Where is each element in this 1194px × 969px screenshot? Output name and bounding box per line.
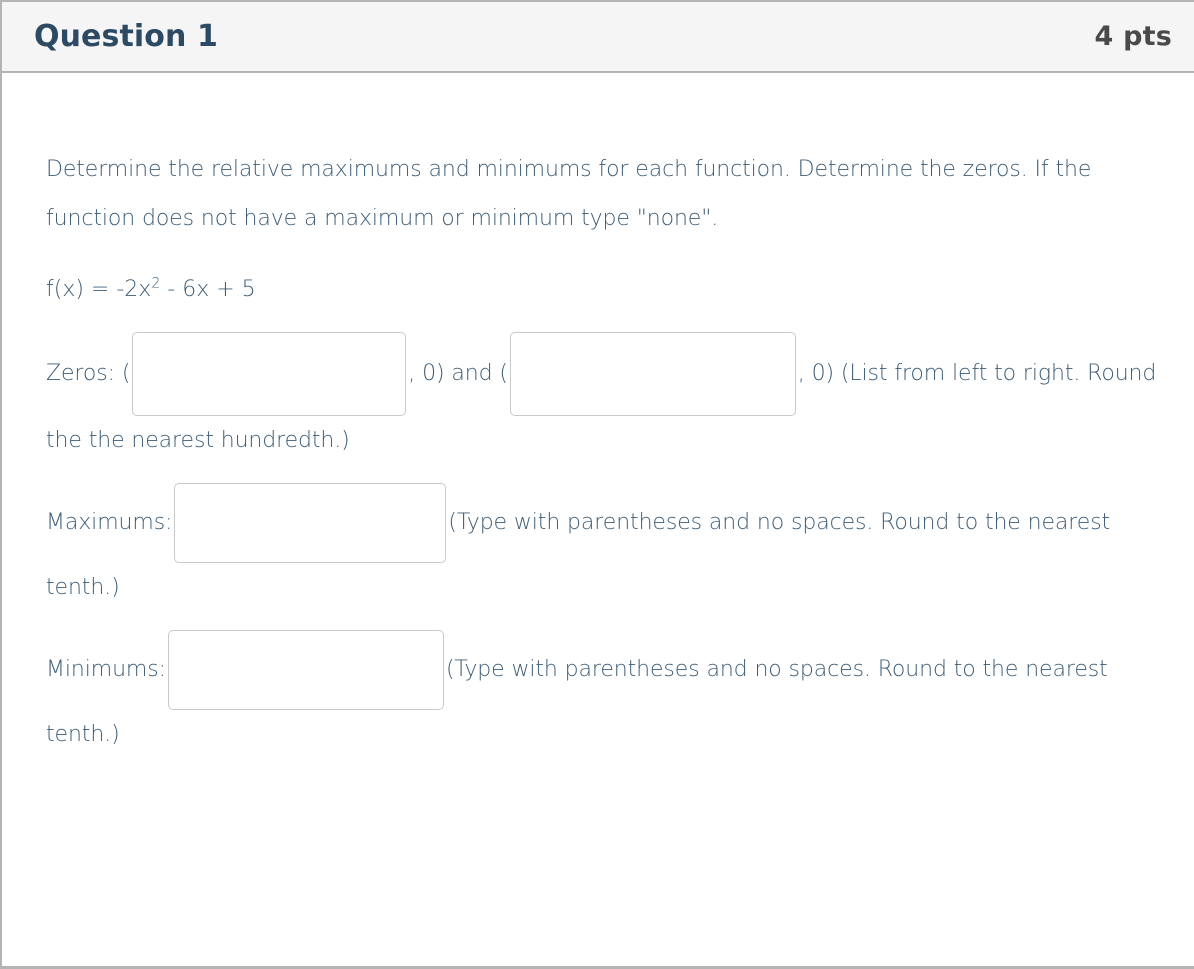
zeros-middle-text: , 0) and (: [408, 361, 508, 386]
question-prompt-text: Determine the relative maximums and mini…: [46, 157, 1092, 231]
maximums-answer-row: Maximums: (Type with parentheses and no s…: [46, 483, 1164, 612]
zeros-open-paren: (: [121, 361, 131, 386]
question-card: Question 1 4 pts Determine the relative …: [0, 0, 1194, 969]
page-title: Question 1: [34, 19, 218, 54]
zeros-label: Zeros:: [46, 361, 115, 386]
question-points-badge: 4 pts: [1094, 21, 1172, 52]
minimums-input[interactable]: [167, 630, 444, 710]
zeros-second-input[interactable]: [509, 332, 796, 416]
zeros-first-input[interactable]: [132, 332, 407, 416]
function-equation: f(x) = -2x2 - 6x + 5: [46, 265, 1164, 314]
equation-prefix: f(x) = -2x: [46, 277, 152, 302]
zeros-answer-row: Zeros: (, 0) and (, 0) (List from left t…: [46, 332, 1164, 465]
maximums-label: Maximums:: [46, 510, 173, 535]
minimums-label: Minimums:: [46, 657, 166, 682]
maximums-input[interactable]: [174, 483, 447, 563]
question-header: Question 1 4 pts: [2, 2, 1194, 73]
question-body: Determine the relative maximums and mini…: [2, 73, 1194, 759]
equation-exponent: 2: [151, 275, 161, 292]
minimums-answer-row: Minimums: (Type with parentheses and no s…: [46, 630, 1164, 759]
equation-suffix: - 6x + 5: [160, 277, 256, 302]
